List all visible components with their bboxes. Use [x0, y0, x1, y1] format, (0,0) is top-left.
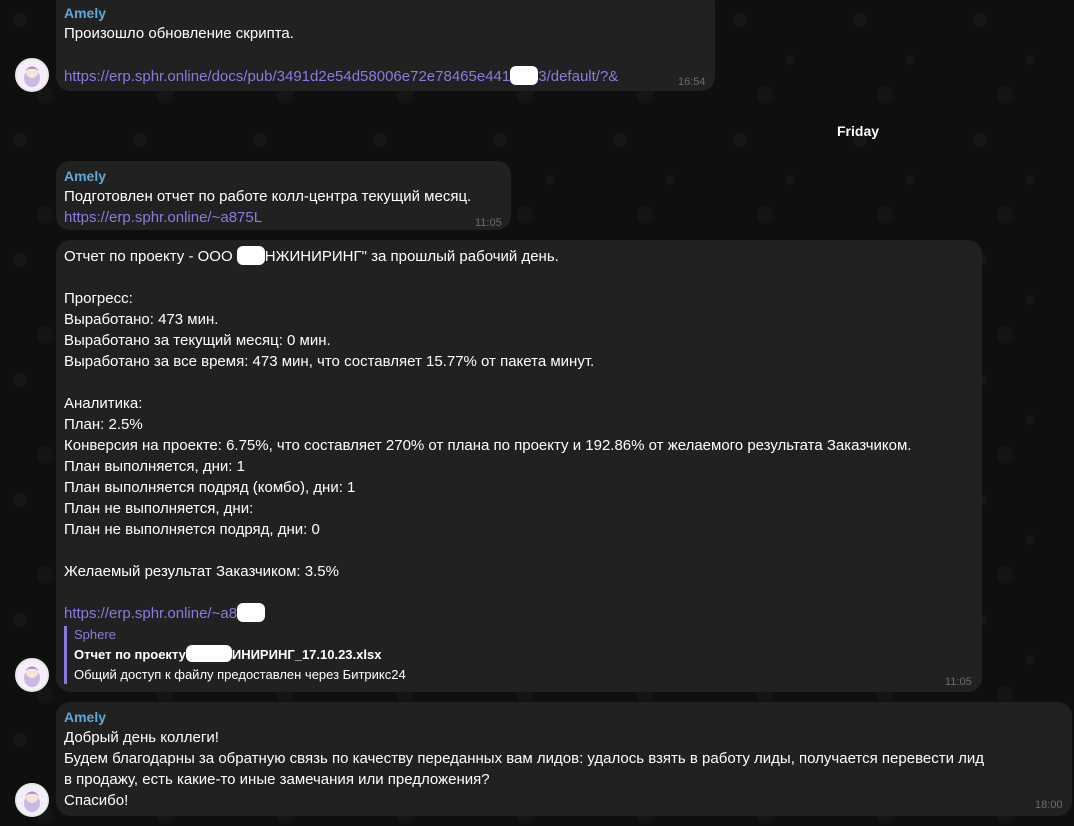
message-bubble[interactable]: Amely Произошло обновление скрипта. http…	[56, 0, 715, 91]
message-bubble[interactable]: Amely Добрый день коллеги! Будем благода…	[56, 702, 1072, 816]
sender-avatar[interactable]	[15, 58, 49, 92]
avatar-cartoon-icon	[17, 660, 47, 690]
message-text: Подготовлен отчет по работе колл-центра …	[64, 188, 472, 205]
redaction-block	[185, 645, 232, 662]
avatar-cartoon-icon	[17, 60, 47, 90]
report-line: Прогресс:	[64, 290, 133, 307]
preview-title: Отчет по проекту ИНИРИНГ_17.10.23.xlsx	[74, 644, 406, 665]
report-line: Аналитика:	[64, 395, 143, 412]
report-line: Выработано: 473 мин.	[64, 311, 219, 328]
link-text-prefix[interactable]: https://erp.sphr.online/~a8	[64, 605, 237, 622]
report-line: План выполняется подряд (комбо), дни: 1	[64, 479, 356, 496]
report-line: Выработано за текущий месяц: 0 мин.	[64, 332, 331, 349]
report-title-prefix: Отчет по проекту - ООО	[64, 248, 233, 265]
message-time: 11:05	[945, 676, 972, 688]
message-link[interactable]: https://erp.sphr.online/~a875L	[64, 207, 262, 228]
report-line: Конверсия на проекте: 6.75%, что составл…	[64, 437, 912, 454]
report-line: План выполняется, дни: 1	[64, 458, 245, 475]
date-separator: Friday	[837, 123, 880, 139]
sender-avatar[interactable]	[15, 658, 49, 692]
message-time: 16:54	[678, 76, 706, 88]
preview-description: Общий доступ к файлу предоставлен через …	[74, 667, 406, 682]
report-line: План не выполняется подряд, дни: 0	[64, 521, 320, 538]
message-sender[interactable]: Amely	[64, 168, 106, 184]
message-text: в продажу, есть какие-то иные замечания …	[64, 771, 490, 788]
message-text: Будем благодарны за обратную связь по ка…	[64, 750, 985, 767]
message-text: Спасибо!	[64, 792, 129, 809]
link-text-prefix[interactable]: https://erp.sphr.online/docs/pub/3491d2e…	[64, 68, 510, 85]
report-line: План не выполняется, дни:	[64, 500, 254, 517]
message-bubble[interactable]: Amely Подготовлен отчет по работе колл-ц…	[56, 161, 511, 230]
avatar-cartoon-icon	[17, 785, 47, 815]
message-sender[interactable]: Amely	[64, 709, 106, 725]
message-sender[interactable]: Amely	[64, 5, 106, 21]
link-preview[interactable]: Sphere Отчет по проекту ИНИРИНГ_17.10.23.…	[64, 626, 406, 684]
message-time: 18:00	[1035, 799, 1063, 811]
report-title-suffix: НЖИНИРИНГ" за прошлый рабочий день.	[264, 248, 559, 265]
preview-title-suffix: ИНИРИНГ_17.10.23.xlsx	[231, 647, 382, 662]
link-text-suffix[interactable]: 3/default/?&	[538, 68, 618, 85]
report-line: Выработано за все время: 473 мин, что со…	[64, 353, 595, 370]
report-line: Желаемый результат Заказчиком: 3.5%	[64, 563, 339, 580]
preview-title-prefix: Отчет по проекту	[74, 647, 186, 662]
redaction-block	[237, 603, 266, 622]
message-time: 11:05	[475, 217, 502, 229]
report-line: План: 2.5%	[64, 416, 143, 433]
preview-site-name: Sphere	[74, 627, 116, 642]
message-text: Добрый день коллеги!	[64, 729, 219, 746]
message-link[interactable]: https://erp.sphr.online/docs/pub/3491d2e…	[64, 66, 618, 87]
redaction-block	[236, 246, 265, 265]
sender-avatar[interactable]	[15, 783, 49, 817]
message-bubble[interactable]: Отчет по проекту - ООО НЖИНИРИНГ" за про…	[56, 240, 982, 692]
message-text: Произошло обновление скрипта.	[64, 25, 294, 42]
report-title: Отчет по проекту - ООО НЖИНИРИНГ" за про…	[64, 246, 559, 267]
message-link[interactable]: https://erp.sphr.online/~a8	[64, 603, 266, 624]
redaction-block	[510, 66, 539, 85]
